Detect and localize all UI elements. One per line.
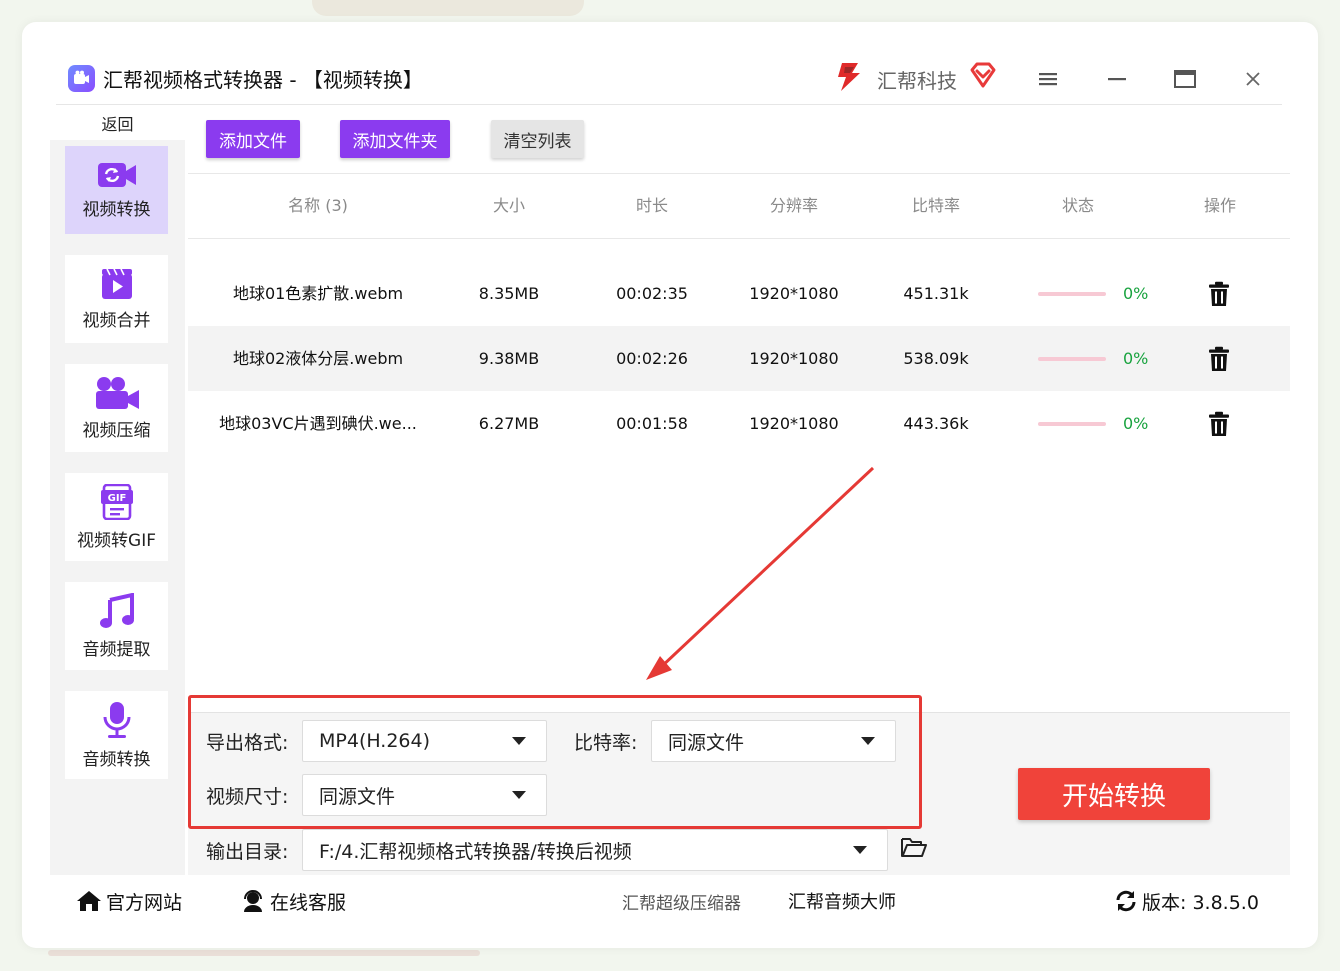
sidebar-item-video-gif[interactable]: GIF 视频转GIF bbox=[65, 473, 168, 561]
status-bar: 官方网站 在线客服 汇帮超级压缩器 汇帮音频大师 版本: 3.8.5.0 bbox=[50, 876, 1290, 926]
header-action: 操作 bbox=[1203, 196, 1236, 215]
file-name: 地球01色素扩散.webm bbox=[232, 284, 404, 303]
file-duration: 00:02:26 bbox=[616, 349, 688, 368]
minimize-button[interactable] bbox=[1100, 62, 1134, 96]
add-folder-button[interactable]: 添加文件夹 bbox=[340, 120, 450, 158]
trash-icon[interactable] bbox=[1208, 411, 1230, 437]
sidebar-item-video-convert[interactable]: 视频转换 bbox=[65, 146, 168, 234]
menu-button[interactable] bbox=[1031, 62, 1065, 96]
refresh-icon bbox=[1116, 890, 1136, 912]
trash-icon[interactable] bbox=[1208, 281, 1230, 307]
close-button[interactable] bbox=[1236, 62, 1270, 96]
sidebar-item-label: 音频提取 bbox=[82, 639, 151, 660]
gif-icon: GIF bbox=[100, 483, 133, 520]
back-button[interactable]: 返回 bbox=[56, 106, 179, 140]
file-bitrate: 538.09k bbox=[903, 349, 969, 368]
vip-diamond-icon[interactable] bbox=[969, 61, 997, 89]
sidebar-item-label: 视频压缩 bbox=[82, 420, 151, 441]
app-window: 汇帮视频格式转换器 - 【视频转换】 汇帮科技 返回 视频转换 视频合并 视频压… bbox=[22, 22, 1318, 948]
header-size: 大小 bbox=[492, 196, 525, 215]
start-convert-button[interactable]: 开始转换 bbox=[1018, 768, 1210, 820]
file-duration: 00:02:35 bbox=[616, 284, 688, 303]
sidebar-item-video-compress[interactable]: 视频压缩 bbox=[65, 364, 168, 452]
svg-text:GIF: GIF bbox=[107, 493, 126, 504]
version-info[interactable]: 版本: 3.8.5.0 bbox=[1114, 876, 1259, 926]
file-size: 8.35MB bbox=[478, 284, 540, 303]
progress-percent: 0% bbox=[1123, 414, 1149, 433]
file-resolution: 1920*1080 bbox=[749, 349, 839, 368]
official-website-label: 官方网站 bbox=[106, 891, 183, 914]
folder-open-icon[interactable] bbox=[900, 834, 928, 860]
add-file-button[interactable]: 添加文件 bbox=[206, 120, 300, 158]
microphone-icon bbox=[103, 701, 130, 738]
progress-bar bbox=[1038, 292, 1106, 296]
online-support-label: 在线客服 bbox=[270, 891, 347, 914]
file-size: 6.27MB bbox=[478, 414, 540, 433]
title-bar: 汇帮视频格式转换器 - 【视频转换】 汇帮科技 bbox=[22, 22, 1318, 104]
file-resolution: 1920*1080 bbox=[749, 414, 839, 433]
table-row[interactable]: 地球03VC片遇到碘伏.we... 6.27MB 00:01:58 1920*1… bbox=[188, 391, 1290, 456]
header-bitrate: 比特率 bbox=[911, 196, 960, 215]
sidebar-item-label: 视频转GIF bbox=[77, 530, 156, 551]
progress-bar bbox=[1038, 422, 1106, 426]
online-support-link[interactable]: 在线客服 bbox=[240, 876, 346, 926]
file-size: 9.38MB bbox=[478, 349, 540, 368]
file-bitrate: 451.31k bbox=[903, 284, 969, 303]
table-header: 名称 (3) 大小 时长 分辨率 比特率 状态 操作 bbox=[188, 173, 1290, 239]
app-logo-icon bbox=[68, 65, 95, 92]
brand-name: 汇帮科技 bbox=[877, 69, 957, 93]
version-label: 版本: 3.8.5.0 bbox=[1142, 891, 1259, 914]
chevron-down-icon bbox=[853, 846, 867, 854]
super-compressor-link[interactable]: 汇帮超级压缩器 bbox=[622, 876, 741, 926]
close-icon bbox=[1246, 72, 1260, 86]
trash-icon[interactable] bbox=[1208, 346, 1230, 372]
header-status: 状态 bbox=[1061, 196, 1094, 215]
maximize-icon bbox=[1174, 70, 1196, 88]
highlight-frame bbox=[188, 695, 922, 829]
background-shape bbox=[312, 0, 584, 16]
clear-list-button[interactable]: 清空列表 bbox=[491, 120, 584, 158]
progress-percent: 0% bbox=[1123, 349, 1149, 368]
customer-service-icon bbox=[244, 890, 262, 912]
minimize-icon bbox=[1108, 78, 1126, 81]
background-shadow bbox=[48, 950, 480, 956]
music-note-icon bbox=[99, 592, 134, 628]
output-label: 输出目录: bbox=[206, 841, 289, 863]
maximize-button[interactable] bbox=[1168, 62, 1202, 96]
sidebar-item-label: 音频转换 bbox=[82, 749, 151, 770]
window-title: 汇帮视频格式转换器 - 【视频转换】 bbox=[103, 68, 423, 92]
sidebar-item-video-merge[interactable]: 视频合并 bbox=[65, 255, 168, 343]
table-row[interactable]: 地球02液体分层.webm 9.38MB 00:02:26 1920*1080 … bbox=[188, 326, 1290, 391]
home-icon bbox=[77, 891, 101, 911]
menu-icon bbox=[1039, 73, 1057, 86]
progress-bar bbox=[1038, 357, 1106, 361]
video-merge-icon bbox=[101, 268, 132, 299]
title-divider bbox=[56, 104, 1282, 105]
video-convert-icon bbox=[97, 162, 136, 187]
output-dir-select[interactable]: F:/4.汇帮视频格式转换器/转换后视频 bbox=[302, 829, 888, 871]
sidebar-item-label: 视频合并 bbox=[82, 310, 151, 331]
progress-percent: 0% bbox=[1123, 284, 1149, 303]
output-value: F:/4.汇帮视频格式转换器/转换后视频 bbox=[319, 840, 632, 863]
brand-logo-icon bbox=[838, 63, 860, 91]
file-name: 地球02液体分层.webm bbox=[232, 349, 404, 368]
file-resolution: 1920*1080 bbox=[749, 284, 839, 303]
video-compress-icon bbox=[95, 376, 139, 409]
audio-master-link[interactable]: 汇帮音频大师 bbox=[788, 876, 896, 926]
file-duration: 00:01:58 bbox=[616, 414, 688, 433]
table-row[interactable]: 地球01色素扩散.webm 8.35MB 00:02:35 1920*1080 … bbox=[188, 261, 1290, 326]
file-name: 地球03VC片遇到碘伏.we... bbox=[219, 414, 417, 433]
header-duration: 时长 bbox=[635, 196, 668, 215]
sidebar-item-audio-convert[interactable]: 音频转换 bbox=[65, 691, 168, 779]
header-name: 名称 (3) bbox=[288, 196, 348, 215]
file-bitrate: 443.36k bbox=[903, 414, 969, 433]
sidebar-item-label: 视频转换 bbox=[82, 199, 151, 220]
header-resolution: 分辨率 bbox=[769, 196, 818, 215]
sidebar-item-audio-extract[interactable]: 音频提取 bbox=[65, 582, 168, 670]
official-website-link[interactable]: 官方网站 bbox=[76, 876, 182, 926]
